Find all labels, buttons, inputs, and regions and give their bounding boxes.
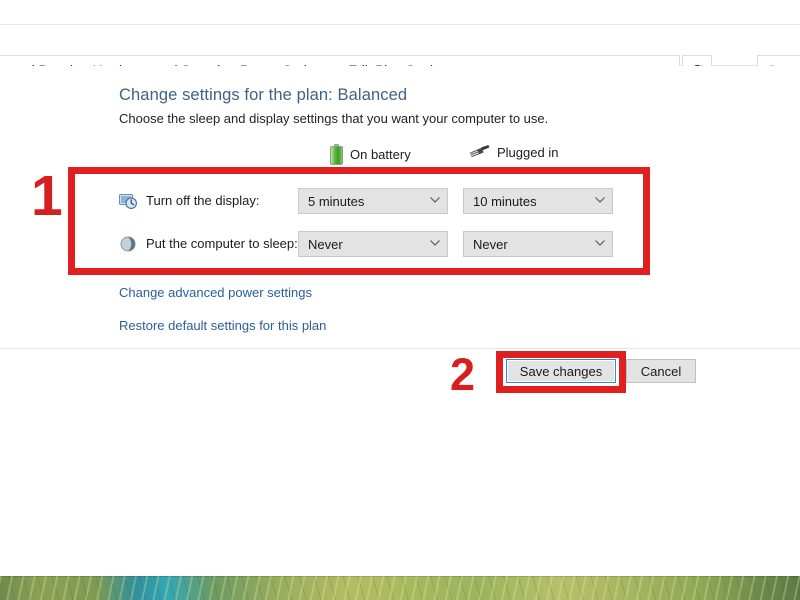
dropdown-sleep-on-battery-value: Never [308, 237, 343, 252]
footer-bar: Save changes Cancel [0, 349, 800, 576]
setting-label-put-computer-to-sleep: Put the computer to sleep: [146, 229, 298, 259]
link-restore-default-settings[interactable]: Restore default settings for this plan [119, 318, 326, 333]
save-changes-button[interactable]: Save changes [506, 359, 616, 383]
chevron-down-icon [429, 196, 441, 207]
annotation-step-number-1: 1 [31, 168, 63, 225]
dropdown-display-on-battery[interactable]: 5 minutes [298, 188, 448, 214]
page-title: Change settings for the plan: Balanced [119, 86, 407, 105]
chevron-down-icon [594, 196, 606, 207]
setting-label-turn-off-display: Turn off the display: [146, 186, 259, 216]
column-header-on-battery-label: On battery [350, 147, 411, 162]
column-header-plugged-in-label: Plugged in [497, 145, 558, 160]
column-header-on-battery: On battery [330, 144, 411, 165]
control-panel-window: ontrol Panel › Hardware and Sound › Powe… [0, 0, 800, 576]
dropdown-sleep-on-battery[interactable]: Never [298, 231, 448, 257]
display-clock-icon [119, 192, 137, 210]
main-content: Change settings for the plan: Balanced C… [0, 66, 800, 348]
address-bar: ontrol Panel › Hardware and Sound › Powe… [0, 24, 800, 66]
desktop-wallpaper [0, 576, 800, 600]
battery-icon [330, 144, 343, 165]
cancel-button[interactable]: Cancel [626, 359, 696, 383]
desktop-wallpaper-texture [0, 576, 800, 600]
link-change-advanced-power-settings[interactable]: Change advanced power settings [119, 285, 312, 300]
dropdown-display-plugged-in[interactable]: 10 minutes [463, 188, 613, 214]
dropdown-display-plugged-in-value: 10 minutes [473, 194, 537, 209]
column-header-plugged-in: Plugged in [468, 144, 558, 160]
chevron-down-icon [594, 239, 606, 250]
chevron-down-icon [429, 239, 441, 250]
dropdown-display-on-battery-value: 5 minutes [308, 194, 364, 209]
dropdown-sleep-plugged-in[interactable]: Never [463, 231, 613, 257]
power-plug-icon [468, 144, 490, 160]
moon-sleep-icon [119, 235, 137, 253]
page-subtitle: Choose the sleep and display settings th… [119, 111, 548, 126]
annotation-step-number-2: 2 [450, 352, 475, 397]
dropdown-sleep-plugged-in-value: Never [473, 237, 508, 252]
column-headers: On battery Plugged in [0, 144, 800, 168]
